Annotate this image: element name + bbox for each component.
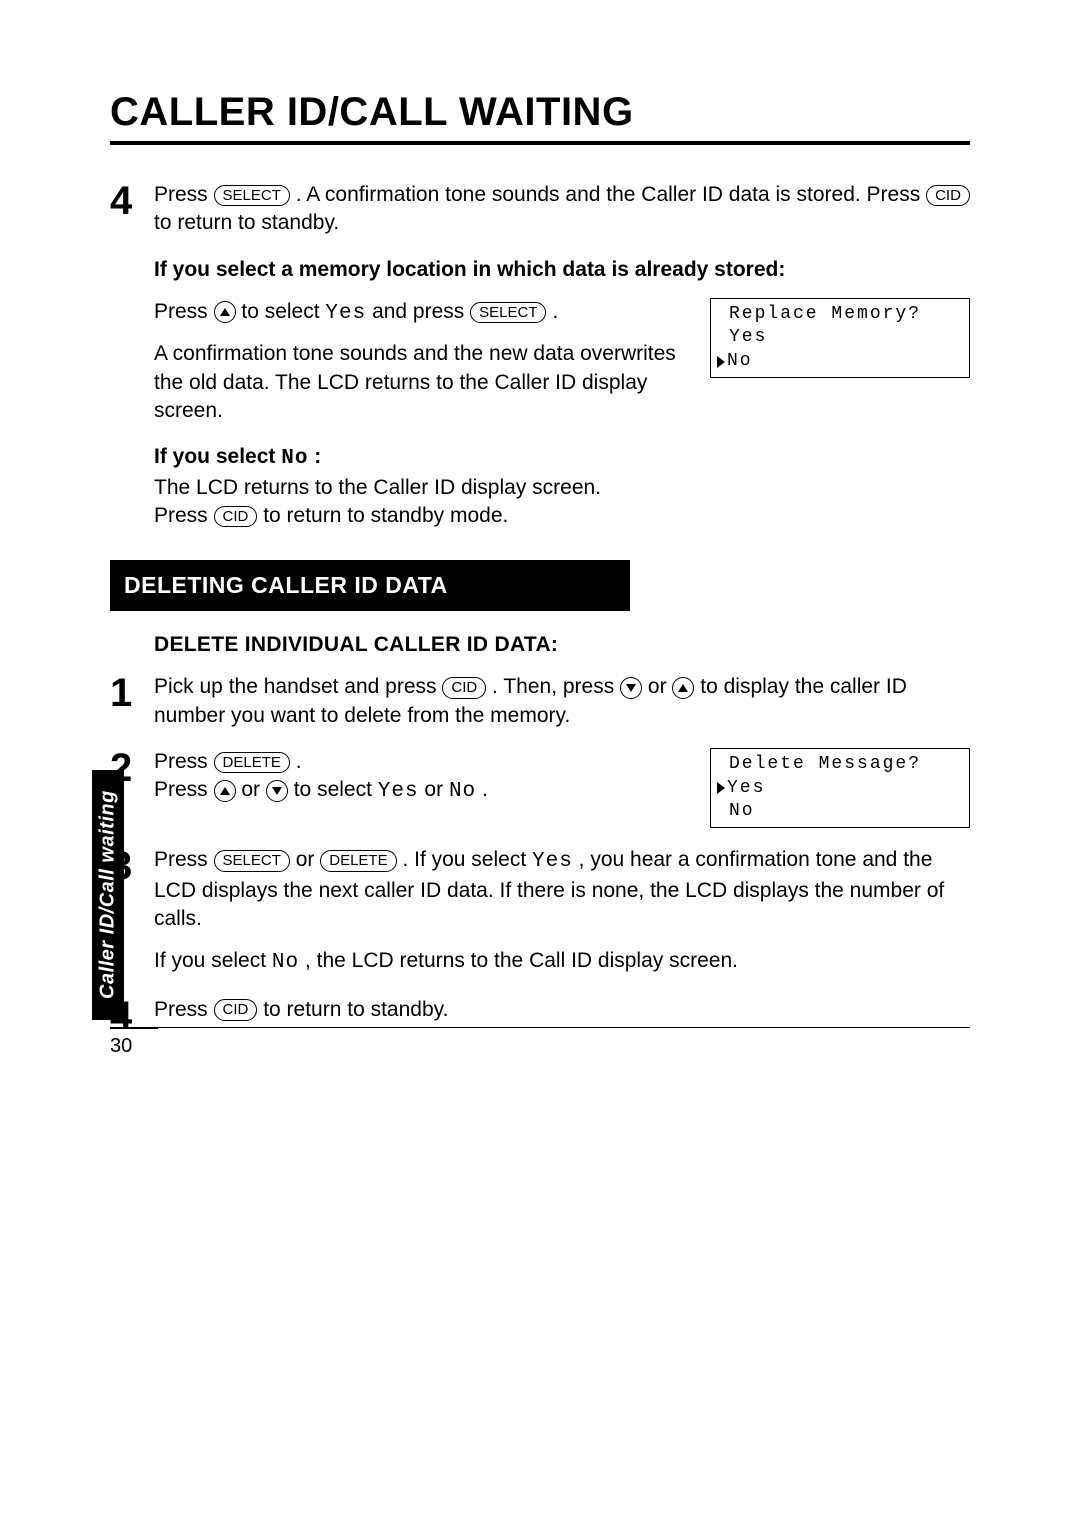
- text: or: [241, 778, 266, 801]
- lcd-line: No: [717, 350, 959, 373]
- lcd-value: No: [449, 780, 476, 803]
- text: Press: [154, 848, 214, 871]
- text: .: [482, 778, 488, 801]
- step: 3 Press SELECT or DELETE . If you select…: [110, 846, 970, 977]
- delete-button-icon: DELETE: [214, 752, 290, 774]
- cid-button-icon: CID: [442, 677, 486, 699]
- step-text: Pick up the handset and press CID . Then…: [154, 673, 970, 730]
- subheading: DELETE INDIVIDUAL CALLER ID DATA:: [154, 633, 970, 657]
- text: Press: [154, 183, 214, 206]
- cursor-icon: [717, 356, 725, 368]
- page-title: CALLER ID/CALL WAITING: [110, 90, 970, 145]
- text: to return to standby.: [154, 211, 339, 234]
- step: 2 Press DELETE . Press or to select: [110, 748, 970, 828]
- select-button-icon: SELECT: [470, 302, 546, 324]
- lcd-text: No: [729, 800, 755, 823]
- lcd-value: Yes: [325, 302, 366, 325]
- subsection-heading: If you select a memory location in which…: [154, 256, 970, 284]
- sidebar-tab: Caller ID/Call waiting: [92, 770, 124, 1020]
- subsection-heading: If you select No :: [154, 443, 970, 473]
- section-body: DELETE INDIVIDUAL CALLER ID DATA: 1 Pick…: [154, 633, 970, 1035]
- text: Press: [154, 504, 214, 527]
- lcd-value: No: [281, 447, 308, 470]
- step-text: Press SELECT or DELETE . If you select Y…: [154, 846, 970, 977]
- text: . Then, press: [492, 675, 620, 698]
- step: 4 Press SELECT . A confirmation tone sou…: [110, 181, 970, 238]
- text: If you select: [154, 445, 281, 468]
- lcd-line: No: [717, 800, 959, 823]
- arrow-down-icon: [266, 780, 288, 802]
- lcd-value: No: [272, 951, 299, 974]
- text: .: [552, 300, 558, 323]
- cid-button-icon: CID: [214, 999, 258, 1021]
- section-heading-bar: DELETING CALLER ID DATA: [110, 560, 630, 611]
- select-button-icon: SELECT: [214, 185, 290, 207]
- lcd-text: Replace Memory?: [729, 303, 921, 326]
- manual-page: Caller ID/Call waiting CALLER ID/CALL WA…: [0, 0, 1080, 1528]
- footer-rule: [110, 1027, 970, 1028]
- delete-button-icon: DELETE: [320, 850, 396, 872]
- lcd-text: Yes: [729, 326, 767, 349]
- text: The LCD returns to the Caller ID display…: [154, 474, 970, 502]
- text: to return to standby.: [263, 998, 448, 1021]
- step-text: Press DELETE . Press or to select Yes or…: [154, 748, 686, 807]
- step-number: 1: [110, 673, 146, 713]
- lcd-display: Delete Message? Yes No: [710, 748, 970, 828]
- lcd-line: Yes: [717, 326, 959, 349]
- text: Press CID to return to standby mode.: [154, 502, 970, 530]
- text: :: [314, 445, 321, 468]
- lcd-line: Replace Memory?: [717, 303, 959, 326]
- lcd-text: Yes: [727, 777, 765, 800]
- lcd-value: Yes: [378, 780, 419, 803]
- cursor-icon: [717, 782, 725, 794]
- arrow-up-icon: [672, 677, 694, 699]
- cid-button-icon: CID: [214, 506, 258, 528]
- text: Press: [154, 750, 214, 773]
- text: or: [648, 675, 673, 698]
- step: 4 Press CID to return to standby.: [110, 996, 970, 1036]
- text: , the LCD returns to the Call ID display…: [305, 949, 738, 972]
- cid-button-icon: CID: [926, 185, 970, 207]
- text: or: [424, 778, 449, 801]
- text: . A confirmation tone sounds and the Cal…: [296, 183, 926, 206]
- select-button-icon: SELECT: [214, 850, 290, 872]
- text: to select: [294, 778, 378, 801]
- lcd-line: Delete Message?: [717, 753, 959, 776]
- text: Press: [154, 998, 214, 1021]
- arrow-up-icon: [214, 780, 236, 802]
- text: A confirmation tone sounds and the new d…: [154, 340, 686, 425]
- text: .: [296, 750, 302, 773]
- step-text: Press CID to return to standby.: [154, 996, 970, 1024]
- text: to return to standby mode.: [263, 504, 508, 527]
- row: Press to select Yes and press SELECT . A…: [154, 298, 970, 425]
- arrow-up-icon: [214, 301, 236, 323]
- page-number: 30: [110, 1028, 158, 1058]
- text: to select: [241, 300, 325, 323]
- text: . If you select: [402, 848, 532, 871]
- step: 1 Pick up the handset and press CID . Th…: [110, 673, 970, 730]
- text-column: Press to select Yes and press SELECT . A…: [154, 298, 686, 425]
- subsection: If you select a memory location in which…: [154, 256, 970, 531]
- lcd-line: Yes: [717, 777, 959, 800]
- step-number: 4: [110, 181, 146, 221]
- text: If you select: [154, 949, 272, 972]
- text: Press to select Yes and press SELECT .: [154, 298, 686, 328]
- step-text: Press SELECT . A confirmation tone sound…: [154, 181, 970, 238]
- lcd-text: Delete Message?: [729, 753, 921, 776]
- lcd-text: No: [727, 350, 753, 373]
- text: Press: [154, 300, 214, 323]
- text: and press: [372, 300, 470, 323]
- text: or: [296, 848, 321, 871]
- lcd-value: Yes: [532, 850, 573, 873]
- text: Pick up the handset and press: [154, 675, 442, 698]
- arrow-down-icon: [620, 677, 642, 699]
- lcd-display: Replace Memory? Yes No: [710, 298, 970, 378]
- text: Press: [154, 778, 214, 801]
